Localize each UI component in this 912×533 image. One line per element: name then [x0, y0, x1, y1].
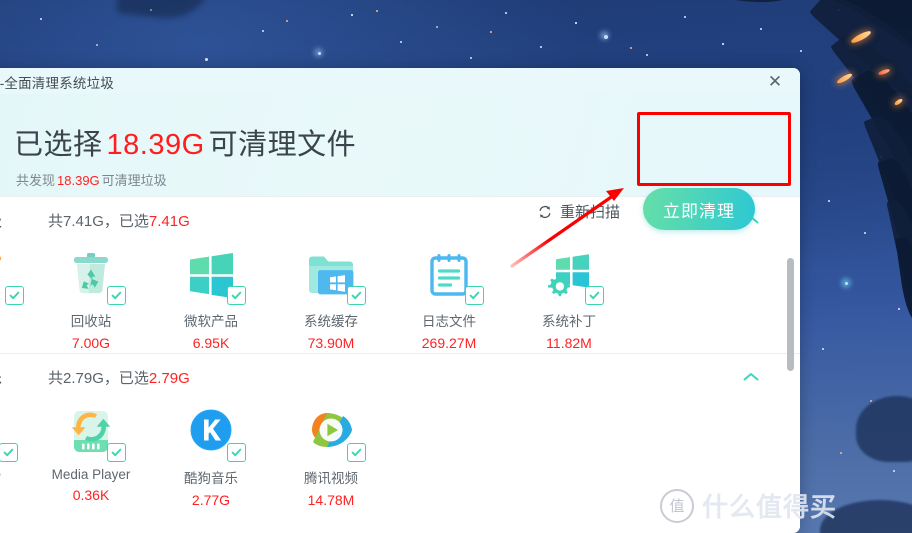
item-name: 腾讯视频 [304, 471, 358, 486]
item-size: 6.95K [192, 335, 230, 351]
headline-amount: 18.39G [106, 129, 205, 161]
item-checkbox[interactable] [0, 443, 18, 462]
summary-header: 已选择 18.39G 可清理文件 共发现 18.39G 可清理垃圾 [0, 94, 800, 196]
item-recycle-bin[interactable]: 回收站 7.00G [32, 243, 150, 351]
section-items: Movie [0, 400, 800, 510]
window-titlebar: 理-全面清理系统垃圾 ✕ [0, 68, 800, 94]
refresh-icon [537, 204, 553, 220]
stat-selected: 2.79G [148, 369, 190, 387]
item-tencent-video[interactable]: 腾讯视频 14.78M [272, 400, 390, 508]
item-size: 2.77G [191, 492, 231, 508]
item-name: Media Player [51, 467, 131, 482]
section-stats: 共7.41G，已选7.41G [48, 210, 190, 231]
headline: 已选择 18.39G 可清理文件 [14, 121, 356, 163]
section-items: 件 M [0, 243, 800, 353]
stat-total: 7.41G [63, 212, 104, 230]
item-size: 14.78M [307, 492, 355, 508]
log-file-icon [423, 249, 484, 305]
rescan-button[interactable]: 重新扫描 [537, 201, 620, 222]
item-checkbox[interactable] [227, 443, 246, 462]
item-checkbox[interactable] [227, 286, 246, 305]
item-name: 系统补丁 [542, 314, 596, 329]
stat-prefix: 共 [48, 212, 64, 230]
item-system-patch[interactable]: 系统补丁 11.82M [510, 243, 628, 351]
chevron-up-icon[interactable] [738, 364, 764, 390]
subline-suffix: 可清理垃圾 [101, 173, 167, 188]
windows-logo-icon [185, 249, 246, 305]
item-size: 73.90M [307, 335, 355, 351]
item-checkbox[interactable] [465, 286, 484, 305]
item-size: 11.82M [546, 335, 592, 351]
stat-mid: ，已选 [103, 369, 149, 387]
item-checkbox[interactable] [347, 443, 366, 462]
stat-selected: 7.41G [148, 212, 190, 230]
item-size: 0.36K [72, 487, 110, 503]
item-name: 酷狗音乐 [184, 471, 238, 486]
subline: 共发现 18.39G 可清理垃圾 [16, 170, 167, 189]
subline-prefix: 共发现 [16, 173, 56, 188]
item-name: 系统缓存 [304, 314, 358, 329]
item-name: 回收站 [70, 314, 112, 329]
kugou-music-icon [185, 406, 246, 462]
item-size: 269.27M [421, 335, 477, 351]
windows-folder-icon [305, 249, 366, 305]
close-icon[interactable]: ✕ [764, 70, 786, 92]
item-checkbox[interactable] [107, 286, 126, 305]
movie-app-icon [0, 406, 18, 462]
section-stats: 共2.79G，已选2.79G [48, 367, 190, 388]
item-kugou-music[interactable]: 酷狗音乐 2.77G [152, 400, 270, 508]
temp-files-icon [0, 249, 24, 305]
categories-list: 垃圾 共7.41G，已选7.41G [0, 196, 800, 533]
item-log-files[interactable]: 日志文件 269.27M [390, 243, 508, 351]
section-header: 音乐 共2.79G，已选2.79G [0, 353, 800, 400]
recycle-bin-icon [65, 249, 126, 305]
item-checkbox[interactable] [585, 286, 604, 305]
item-checkbox[interactable] [5, 286, 24, 305]
item-name: 日志文件 [422, 314, 476, 329]
stat-prefix: 共 [48, 369, 64, 387]
windows-patch-icon [543, 249, 604, 305]
category-section: 音乐 共2.79G，已选2.79G [0, 353, 800, 510]
tencent-video-icon [305, 406, 366, 462]
stat-mid: ，已选 [103, 212, 149, 230]
window-title: 理-全面清理系统垃圾 [0, 76, 114, 91]
rescan-label: 重新扫描 [560, 204, 621, 221]
media-player-icon [65, 406, 126, 462]
headline-prefix: 已选择 [14, 129, 103, 161]
stat-total: 2.79G [63, 369, 104, 387]
item-system-cache[interactable]: 系统缓存 73.90M [272, 243, 390, 351]
item-checkbox[interactable] [347, 286, 366, 305]
headline-suffix: 可清理文件 [208, 129, 357, 161]
subline-amount: 18.39G [57, 173, 100, 188]
clean-now-button[interactable]: 立即清理 [643, 188, 755, 230]
item-microsoft-products[interactable]: 微软产品 6.95K [152, 243, 270, 351]
item-checkbox[interactable] [107, 443, 126, 462]
item-name: 微软产品 [184, 314, 238, 329]
content-scrollbar-thumb[interactable] [787, 258, 794, 371]
item-media-player[interactable]: Media Player 0.36K [32, 400, 150, 503]
item-size: 7.00G [71, 335, 111, 351]
cleaner-window: 理-全面清理系统垃圾 ✕ 已选择18.39G可清理文件 共发现18.39G可清理… [0, 68, 800, 533]
